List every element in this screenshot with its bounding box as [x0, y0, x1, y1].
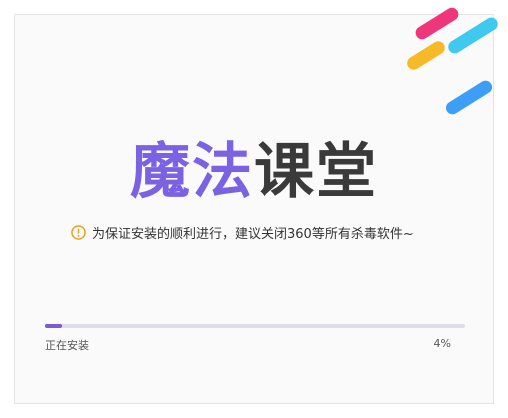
product-logo: 魔法课堂 — [15, 123, 493, 210]
install-percent: 4% — [433, 337, 451, 350]
antivirus-notice: 为保证安装的顺利进行，建议关闭360等所有杀毒软件~ — [71, 223, 471, 242]
stripe-yellow — [404, 38, 448, 73]
warning-circle-icon — [71, 225, 86, 240]
logo-text-part2: 课堂 — [254, 137, 378, 207]
install-progress-fill — [45, 324, 62, 328]
stripe-blue — [443, 78, 495, 117]
install-progress-bar — [45, 324, 465, 328]
installer-window: 魔法课堂 为保证安装的顺利进行，建议关闭360等所有杀毒软件~ 正在安装 4% — [14, 5, 501, 404]
stripe-pink — [413, 5, 461, 42]
logo-text-part1: 魔法 — [130, 137, 254, 207]
stripe-cyan — [445, 15, 501, 56]
install-status: 正在安装 — [45, 339, 89, 352]
notice-text: 为保证安装的顺利进行，建议关闭360等所有杀毒软件~ — [92, 227, 414, 242]
